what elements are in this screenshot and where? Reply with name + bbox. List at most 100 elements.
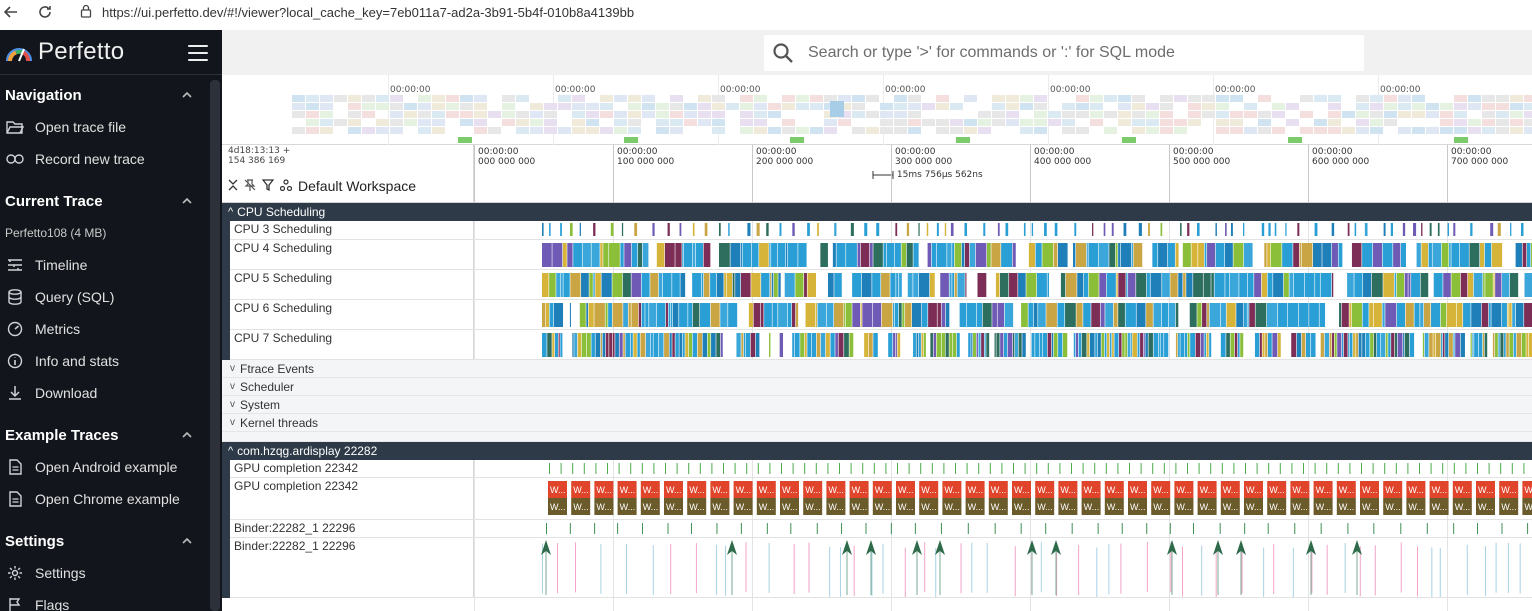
track-title[interactable]: GPU completion 22342 <box>230 460 474 477</box>
gpu-slice[interactable]: W... W... <box>1104 481 1124 515</box>
collapsed-track-group[interactable]: v Scheduler <box>222 378 1532 396</box>
sidebar-item-query-sql[interactable]: Query (SQL) <box>0 281 222 313</box>
gpu-slice[interactable]: W... W... <box>1197 481 1217 515</box>
cpu-slices[interactable] <box>474 221 1532 239</box>
section-example-traces[interactable]: Example Traces <box>0 419 222 451</box>
section-current-trace[interactable]: Current Trace <box>0 185 222 217</box>
binder-arrow-icon[interactable] <box>935 540 945 595</box>
gpu-slice[interactable]: W... W... <box>780 481 799 515</box>
gpu-slice[interactable]: W... W... <box>1244 481 1263 515</box>
gpu-slice[interactable]: W... W... <box>872 481 892 515</box>
track-title[interactable]: GPU completion 22342 <box>230 478 474 519</box>
track-title[interactable]: Binder:22282_1 22296 <box>230 520 474 537</box>
track[interactable]: Binder:22282_1 22296 <box>222 538 1532 598</box>
track-title[interactable]: Binder:22282_1 22296 <box>230 538 474 597</box>
cpu-slices[interactable] <box>474 330 1532 359</box>
sidebar-scrollbar[interactable] <box>210 80 220 611</box>
track-content[interactable]: W... W... W... W... W... W... W... W... W... W...… <box>474 478 1532 519</box>
sidebar-item-open-trace-file[interactable]: Open trace file <box>0 111 222 143</box>
track-group-header[interactable]: ^ com.hzqg.ardisplay 22282 <box>222 442 1532 460</box>
sidebar-item-flags[interactable]: Flags <box>0 589 222 611</box>
binder-flow-events[interactable] <box>474 538 1532 597</box>
chevron-up-icon[interactable] <box>182 90 192 100</box>
track[interactable]: CPU 4 Scheduling <box>222 240 1532 270</box>
gpu-slice[interactable]: W... W... <box>1452 481 1472 515</box>
gpu-slice[interactable]: W... W... <box>896 481 915 515</box>
workspace-icon[interactable] <box>279 178 293 194</box>
gpu-slice[interactable]: W... W... <box>617 481 637 515</box>
search-input[interactable]: Search or type '>' for commands or ':' f… <box>808 44 1175 62</box>
lock-icon[interactable] <box>80 4 92 21</box>
gpu-slice[interactable]: W... W... <box>988 481 1008 515</box>
binder-arrow-icon[interactable] <box>842 540 852 595</box>
gpu-slice[interactable]: W... W... <box>803 481 823 515</box>
chevron-down-icon[interactable]: v <box>230 399 235 410</box>
collapsed-track-group[interactable]: v Ftrace Events <box>222 360 1532 378</box>
sidebar-item-info-and-stats[interactable]: Info and stats <box>0 345 222 377</box>
track-group-header[interactable]: ^ CPU Scheduling <box>222 203 1532 221</box>
gpu-slice[interactable]: W... W... <box>849 481 869 515</box>
gpu-slice[interactable]: W... W... <box>1220 481 1240 515</box>
gpu-slice[interactable]: W... W... <box>1290 481 1310 515</box>
workspace-name[interactable]: Default Workspace <box>298 178 416 194</box>
sidebar-item-record-new-trace[interactable]: Record new trace <box>0 143 222 175</box>
collapsed-track-group[interactable]: v System <box>222 396 1532 414</box>
chevron-up-icon[interactable]: ^ <box>228 445 233 457</box>
sidebar-item-timeline[interactable]: Timeline <box>0 249 222 281</box>
gpu-slice[interactable]: W... W... <box>1081 481 1101 515</box>
chevron-up-icon[interactable] <box>182 430 192 440</box>
binder-arrow-icon[interactable] <box>1236 540 1246 595</box>
unpin-icon[interactable] <box>244 178 256 194</box>
gpu-slice[interactable]: W... W... <box>1522 481 1532 515</box>
gpu-slice[interactable]: W... W... <box>1012 481 1031 515</box>
track-content[interactable] <box>474 520 1532 537</box>
section-settings[interactable]: Settings <box>0 525 222 557</box>
gpu-slice[interactable]: W... W... <box>1128 481 1147 515</box>
gpu-slice[interactable]: W... W... <box>1035 481 1055 515</box>
gpu-slice[interactable]: W... W... <box>1336 481 1356 515</box>
sidebar-item-metrics[interactable]: Metrics <box>0 313 222 345</box>
gpu-slice[interactable]: W... W... <box>1383 481 1403 515</box>
chevron-down-icon[interactable]: v <box>230 381 235 392</box>
track-content[interactable] <box>474 221 1532 239</box>
gpu-completion-slices[interactable]: W...W...W...W...W...W...W...W...W...W...… <box>474 478 1532 519</box>
sidebar-item-open-android-example[interactable]: Open Android example <box>0 451 222 483</box>
track[interactable]: CPU 6 Scheduling <box>222 300 1532 330</box>
track-title[interactable]: CPU 5 Scheduling <box>230 270 474 299</box>
cpu-slices[interactable] <box>474 270 1532 299</box>
gpu-slice[interactable]: W... W... <box>756 481 776 515</box>
back-icon[interactable] <box>0 1 22 23</box>
binder-arrow-icon[interactable] <box>866 540 876 595</box>
track-content[interactable] <box>474 330 1532 359</box>
track-title[interactable]: CPU 6 Scheduling <box>230 300 474 329</box>
gpu-slice[interactable]: W... W... <box>1174 481 1194 515</box>
track-content[interactable] <box>474 538 1532 597</box>
collapse-all-icon[interactable] <box>228 179 238 194</box>
gpu-completion-markers[interactable] <box>474 460 1532 477</box>
gpu-slice[interactable]: W... W... <box>1151 481 1171 515</box>
chevron-down-icon[interactable]: v <box>230 417 235 428</box>
section-navigation[interactable]: Navigation <box>0 79 222 111</box>
track[interactable]: GPU completion 22342 W... W... W... W... W...… <box>222 478 1532 520</box>
url-text[interactable]: https://ui.perfetto.dev/#!/viewer?local_… <box>102 5 634 20</box>
gpu-slice[interactable]: W... W... <box>1058 481 1078 515</box>
chevron-up-icon[interactable] <box>182 196 192 206</box>
binder-arrow-icon[interactable] <box>727 540 737 595</box>
sidebar-item-download[interactable]: Download <box>0 377 222 409</box>
gpu-slice[interactable]: W... W... <box>710 481 730 515</box>
gpu-slice[interactable]: W... W... <box>1267 481 1287 515</box>
gpu-slice[interactable]: W... W... <box>733 481 753 515</box>
gpu-slice[interactable]: W... W... <box>1406 481 1426 515</box>
chevron-up-icon[interactable] <box>182 536 192 546</box>
time-ruler[interactable]: 4d18:13:13 + 154 386 169 Default Workspa… <box>222 145 1532 203</box>
cpu-slices[interactable] <box>474 300 1532 329</box>
binder-markers[interactable] <box>474 520 1532 537</box>
gpu-slice[interactable]: W... W... <box>548 481 567 515</box>
chevron-up-icon[interactable]: ^ <box>228 206 233 218</box>
cpu-slices[interactable] <box>474 240 1532 269</box>
gpu-slice[interactable]: W... W... <box>1476 481 1495 515</box>
binder-arrow-icon[interactable] <box>1051 540 1061 595</box>
track[interactable]: CPU 5 Scheduling <box>222 270 1532 300</box>
binder-arrow-icon[interactable] <box>1167 540 1177 595</box>
gpu-slice[interactable]: W... W... <box>687 481 707 515</box>
